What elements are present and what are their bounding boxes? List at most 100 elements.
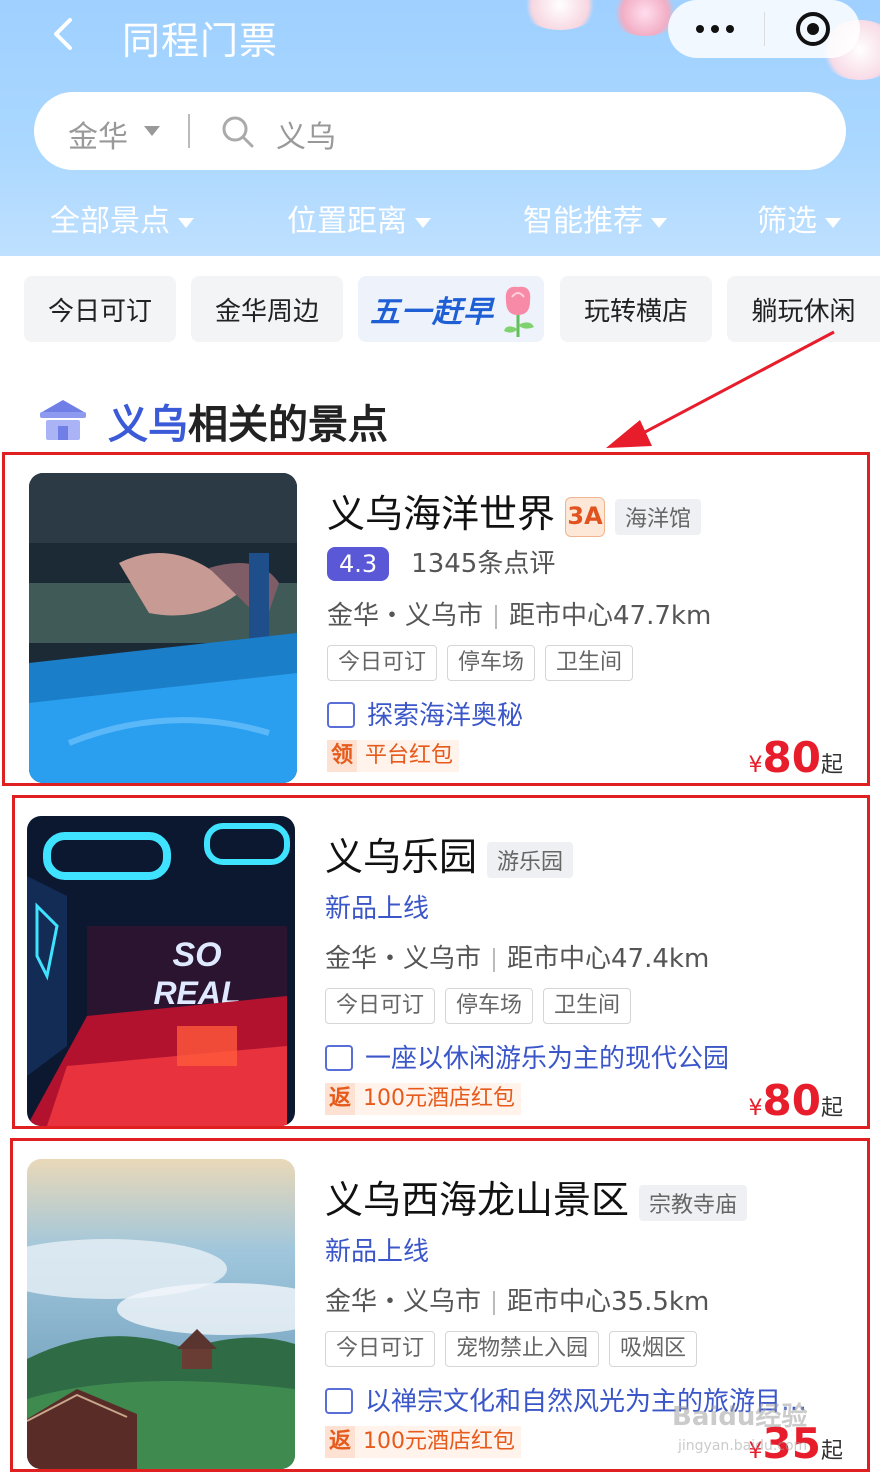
city-selector[interactable]: 金华 bbox=[68, 112, 128, 156]
search-input[interactable]: 义乌 bbox=[276, 112, 336, 156]
dropdown-icon bbox=[415, 217, 431, 228]
price: ¥80起 bbox=[749, 1076, 843, 1125]
price: ¥80起 bbox=[749, 733, 843, 782]
distance: 距市中心35.5km bbox=[507, 1287, 710, 1317]
flower-icon bbox=[504, 286, 534, 337]
section-title-text: 相关的景点 bbox=[188, 402, 388, 448]
attraction-name-text[interactable]: 义乌乐园 bbox=[325, 835, 477, 879]
price-suffix: 起 bbox=[820, 753, 843, 778]
location: 金华・义乌市 bbox=[325, 944, 482, 974]
attraction-card[interactable]: 义乌海洋世界 3A 海洋馆 4.3 1345条点评 金华・义乌市 距市中心47.7km … bbox=[2, 452, 870, 786]
distance: 距市中心47.4km bbox=[507, 944, 710, 974]
location-divider bbox=[495, 604, 498, 629]
filter-label: 位置距离 bbox=[287, 204, 407, 239]
promo-text: 平台红包 bbox=[365, 743, 454, 768]
feature-tag: 今日可订 bbox=[325, 988, 436, 1024]
new-product-tag: 新品上线 bbox=[325, 1237, 430, 1267]
mini-program-capsule bbox=[668, 0, 860, 58]
location: 金华・义乌市 bbox=[327, 601, 484, 631]
grade-badge: 3A bbox=[565, 496, 606, 537]
comment-icon bbox=[327, 701, 355, 728]
attraction-name[interactable]: 义乌海洋世界 3A 海洋馆 bbox=[327, 483, 702, 538]
location-row: 金华・义乌市 距市中心47.4km bbox=[325, 938, 709, 975]
price-suffix: 起 bbox=[820, 1439, 843, 1464]
feature-tags: 今日可订 停车场 卫生间 bbox=[325, 988, 632, 1024]
filter-label: 筛选 bbox=[757, 204, 817, 239]
comment-icon bbox=[325, 1044, 353, 1071]
chip-may-day[interactable]: 五一赶早 bbox=[358, 276, 544, 342]
header: 同程门票 金华 义乌 全部景点 位置距离 智能推荐 筛选 bbox=[0, 0, 880, 256]
blossom-decoration bbox=[520, 0, 600, 30]
back-icon[interactable] bbox=[44, 14, 84, 54]
description-text: 探索海洋奥秘 bbox=[367, 701, 524, 731]
capsule-divider bbox=[764, 12, 765, 46]
feature-tag: 宠物禁止入园 bbox=[445, 1331, 600, 1367]
promo-icon: 返 bbox=[325, 1426, 355, 1458]
category-tag: 游乐园 bbox=[487, 841, 574, 878]
location-row: 金华・义乌市 距市中心35.5km bbox=[325, 1281, 709, 1318]
search-divider bbox=[188, 114, 190, 148]
feature-tags: 今日可订 宠物禁止入园 吸烟区 bbox=[325, 1331, 698, 1367]
filter-distance[interactable]: 位置距离 bbox=[287, 196, 431, 240]
filter-label: 智能推荐 bbox=[523, 204, 643, 239]
feature-tag: 停车场 bbox=[445, 988, 534, 1024]
location-row: 金华・义乌市 距市中心47.7km bbox=[327, 595, 711, 632]
close-target-icon[interactable] bbox=[794, 10, 832, 48]
rating-score: 4.3 bbox=[327, 547, 390, 581]
location-divider bbox=[493, 947, 496, 972]
more-icon[interactable] bbox=[696, 0, 756, 58]
promo-text: 100元酒店红包 bbox=[363, 1429, 515, 1454]
category-tag: 宗教寺庙 bbox=[639, 1184, 748, 1221]
chip-jinhua-nearby[interactable]: 金华周边 bbox=[191, 276, 343, 342]
price-suffix: 起 bbox=[820, 1096, 843, 1121]
city-caret-icon[interactable] bbox=[144, 126, 160, 136]
location: 金华・义乌市 bbox=[325, 1287, 482, 1317]
currency-symbol: ¥ bbox=[748, 753, 763, 778]
promo-icon: 领 bbox=[327, 740, 357, 772]
new-product-tag: 新品上线 bbox=[325, 894, 430, 924]
attraction-name[interactable]: 义乌西海龙山景区 宗教寺庙 bbox=[325, 1169, 748, 1224]
dropdown-icon bbox=[651, 217, 667, 228]
search-bar[interactable]: 金华 义乌 bbox=[34, 92, 846, 170]
feature-tag: 卫生间 bbox=[545, 645, 634, 681]
page-title: 同程门票 bbox=[122, 19, 279, 63]
annotation-arrow bbox=[606, 330, 835, 448]
price-value: 80 bbox=[762, 733, 821, 782]
feature-tag: 停车场 bbox=[447, 645, 536, 681]
promo-badge[interactable]: 返 100元酒店红包 bbox=[325, 1083, 521, 1115]
filter-recommend[interactable]: 智能推荐 bbox=[523, 196, 667, 240]
section-title-city: 义乌 bbox=[108, 402, 188, 448]
filter-screen[interactable]: 筛选 bbox=[757, 196, 841, 240]
filter-all-attractions[interactable]: 全部景点 bbox=[50, 196, 194, 240]
distance: 距市中心47.7km bbox=[509, 601, 712, 631]
price-value: 80 bbox=[762, 1076, 821, 1125]
chip-may-day-label: 五一赶早 bbox=[370, 295, 494, 330]
feature-tag: 吸烟区 bbox=[609, 1331, 698, 1367]
watermark-url: jingyan.baidu.com bbox=[678, 1438, 808, 1454]
rating-row: 4.3 1345条点评 bbox=[327, 543, 555, 581]
promo-text: 100元酒店红包 bbox=[363, 1086, 515, 1111]
filter-label: 全部景点 bbox=[50, 204, 170, 239]
feature-tag: 今日可订 bbox=[327, 645, 438, 681]
dropdown-icon bbox=[178, 217, 194, 228]
feature-tags: 今日可订 停车场 卫生间 bbox=[327, 645, 634, 681]
attraction-card[interactable]: SO REAL 义乌乐园 游乐园 新品上线 金华・义乌市 距市中心47.4km 今日… bbox=[12, 795, 870, 1129]
attraction-name[interactable]: 义乌乐园 游乐园 bbox=[325, 826, 574, 881]
review-count[interactable]: 1345条点评 bbox=[411, 549, 555, 579]
watermark: Baidu经验 bbox=[672, 1402, 808, 1432]
svg-text:SO: SO bbox=[172, 936, 221, 974]
category-tag: 海洋馆 bbox=[615, 498, 702, 535]
description: 一座以休闲游乐为主的现代公园 bbox=[325, 1038, 729, 1075]
promo-icon: 返 bbox=[325, 1083, 355, 1115]
description-text: 一座以休闲游乐为主的现代公园 bbox=[365, 1044, 730, 1074]
attraction-icon bbox=[40, 400, 86, 440]
comment-icon bbox=[325, 1387, 353, 1414]
feature-tag: 今日可订 bbox=[325, 1331, 436, 1367]
attraction-photo bbox=[27, 1159, 295, 1469]
promo-badge[interactable]: 领平台红包 bbox=[327, 740, 460, 772]
location-divider bbox=[493, 1290, 496, 1315]
chip-today[interactable]: 今日可订 bbox=[24, 276, 176, 342]
promo-badge[interactable]: 返 100元酒店红包 bbox=[325, 1426, 521, 1458]
attraction-name-text[interactable]: 义乌海洋世界 bbox=[327, 492, 555, 536]
attraction-name-text[interactable]: 义乌西海龙山景区 bbox=[325, 1178, 629, 1222]
